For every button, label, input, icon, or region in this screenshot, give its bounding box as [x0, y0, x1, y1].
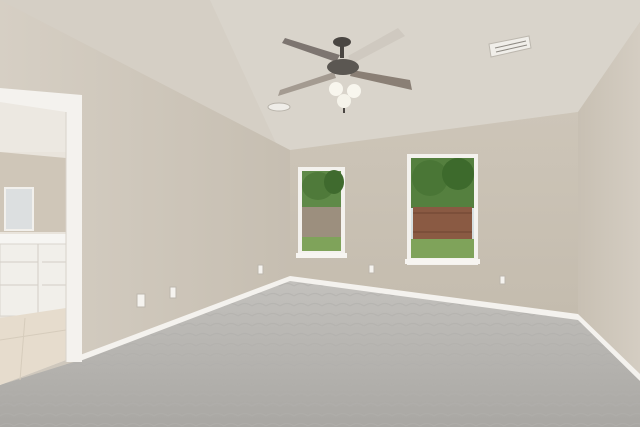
left-window — [296, 167, 347, 258]
fan-light — [337, 94, 351, 108]
outlet — [257, 264, 264, 275]
fan-light — [329, 82, 343, 96]
ceiling-vent — [267, 102, 291, 112]
outlet — [499, 275, 506, 285]
outlet — [368, 264, 375, 274]
outlet — [136, 293, 146, 308]
bathroom-mirror — [4, 187, 34, 231]
room-scene — [0, 0, 640, 427]
outlet — [169, 286, 177, 299]
bathroom-doorway[interactable] — [0, 88, 82, 385]
right-window — [405, 154, 480, 265]
bathroom-vanity — [0, 234, 67, 317]
fan-light — [347, 84, 361, 98]
room-photo — [0, 0, 640, 427]
